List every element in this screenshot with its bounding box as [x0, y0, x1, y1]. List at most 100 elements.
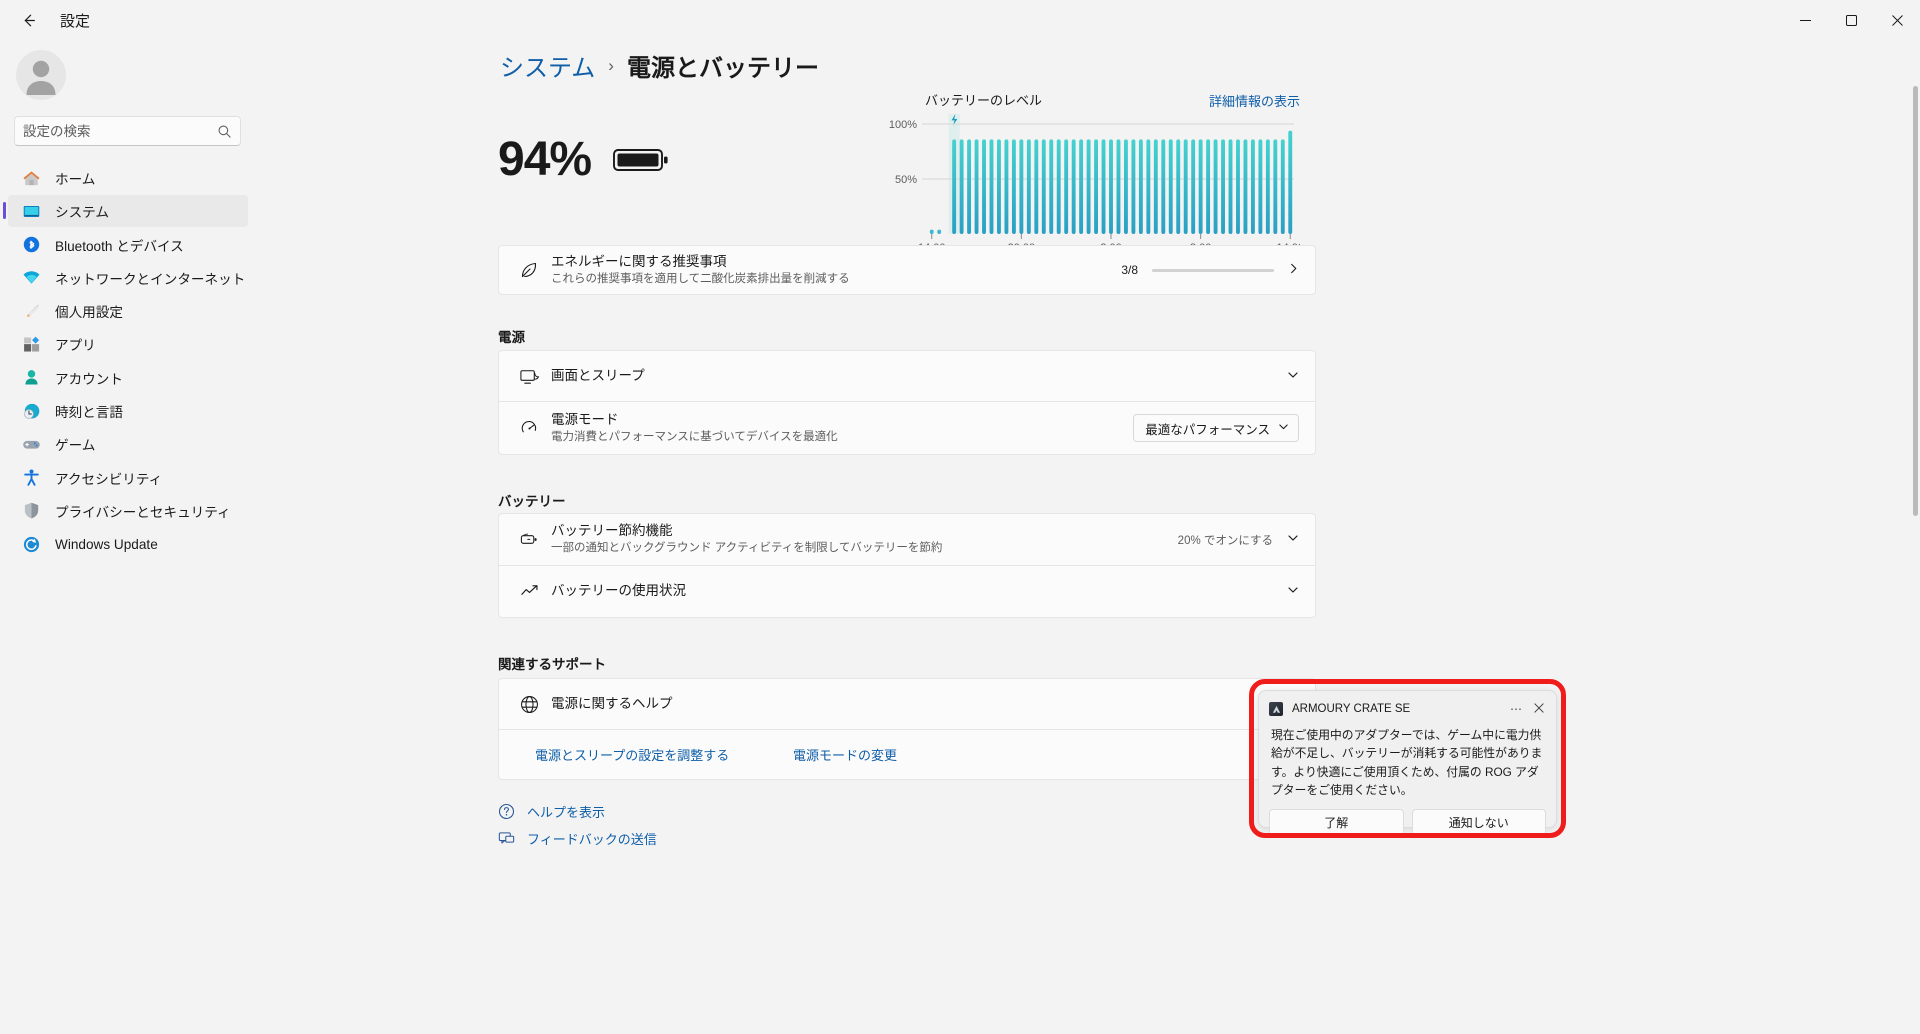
screen-sleep-row[interactable]: 画面とスリープ	[498, 350, 1316, 402]
globe-icon	[507, 694, 551, 715]
battery-usage-row[interactable]: バッテリーの使用状況	[498, 566, 1316, 618]
sidebar-item-apps[interactable]: アプリ	[8, 328, 248, 360]
search-box[interactable]	[14, 116, 241, 146]
sidebar-item-network[interactable]: ネットワークとインターネット	[8, 262, 248, 294]
feedback-icon	[498, 830, 515, 847]
screen-sleep-text: 画面とスリープ	[551, 367, 1287, 385]
battery-usage-text: バッテリーの使用状況	[551, 582, 1287, 600]
screen-sleep-icon	[507, 366, 551, 387]
battery-level-display: 94%	[498, 132, 671, 187]
section-title-battery: バッテリー	[498, 494, 566, 509]
leaf-icon	[507, 260, 551, 280]
search-input[interactable]	[23, 123, 217, 139]
privacy-icon	[21, 500, 42, 521]
power-help-row[interactable]: 電源に関するヘルプ	[498, 678, 1316, 730]
close-button[interactable]	[1874, 0, 1920, 40]
sidebar-item-personalization[interactable]: 個人用設定	[8, 295, 248, 327]
section-title-related-support: 関連するサポート	[498, 657, 606, 672]
toast-actions: 了解 通知しない	[1259, 799, 1556, 837]
chart-title: バッテリーのレベル	[925, 93, 1043, 108]
accounts-icon	[21, 367, 42, 388]
sidebar-item-label: ホーム	[55, 172, 96, 187]
network-icon	[21, 267, 42, 288]
chevron-down-icon	[1278, 421, 1289, 435]
toast-close-button[interactable]	[1530, 702, 1548, 716]
help-link-row[interactable]: ヘルプを表示	[498, 802, 605, 821]
minimize-button[interactable]	[1782, 0, 1828, 40]
feedback-link-label[interactable]: フィードバックの送信	[527, 829, 657, 848]
sidebar-item-label: Bluetooth とデバイス	[55, 238, 184, 254]
toast-ok-button[interactable]: 了解	[1269, 809, 1404, 837]
power-mode-subtitle: 電力消費とパフォーマンスに基づいてデバイスを最適化	[551, 430, 838, 443]
time-language-icon	[21, 401, 42, 422]
battery-saver-text: バッテリー節約機能 一部の通知とバックグラウンド アクティビティを制限してバッテ…	[551, 522, 1178, 557]
sidebar: ホーム システム	[0, 40, 320, 1034]
power-mode-row[interactable]: 電源モード 電力消費とパフォーマンスに基づいてデバイスを最適化 最適なパフォーマ…	[498, 402, 1316, 455]
support-links-wrap: 電源とスリープの設定を調整する 電源モードの変更	[499, 745, 1299, 764]
chevron-down-icon[interactable]	[1287, 369, 1299, 384]
battery-saver-title: バッテリー節約機能	[551, 523, 673, 539]
chevron-down-icon[interactable]	[1287, 532, 1299, 547]
battery-saver-right: 20% でオンにする	[1178, 532, 1299, 548]
page-title: 電源とバッテリー	[626, 55, 819, 82]
toast-message: 現在ご使用中のアダプターでは、ゲーム中に電力供給が不足し、バッテリーが消耗する可…	[1271, 728, 1543, 797]
toast-more-button[interactable]: ⋯	[1503, 702, 1530, 716]
toast-app-name: ARMOURY CRATE SE	[1292, 703, 1411, 715]
main-scrollbar[interactable]	[1913, 86, 1918, 1034]
user-avatar-icon	[26, 60, 56, 95]
search-icon	[218, 125, 231, 138]
sidebar-item-privacy[interactable]: プライバシーとセキュリティ	[8, 495, 248, 527]
power-mode-select[interactable]: 最適なパフォーマンス	[1133, 414, 1299, 442]
battery-usage-title: バッテリーの使用状況	[551, 583, 686, 599]
personalization-icon	[21, 301, 42, 322]
adjust-power-sleep-link[interactable]: 電源とスリープの設定を調整する	[535, 745, 793, 764]
apps-icon	[21, 334, 42, 355]
battery-saver-subtitle: 一部の通知とバックグラウンド アクティビティを制限してバッテリーを節約	[551, 542, 943, 555]
chart-plot: 100%50%14:0020:002:008:0014:00	[880, 112, 1304, 262]
armoury-crate-app-icon	[1269, 702, 1283, 716]
energy-card-text: エネルギーに関する推奨事項 これらの推奨事項を適用して二酸化炭素排出量を削減する	[551, 253, 1121, 288]
power-mode-select-value: 最適なパフォーマンス	[1145, 422, 1270, 437]
system-icon	[21, 201, 42, 222]
scrollbar-thumb[interactable]	[1913, 86, 1918, 516]
feedback-link-row[interactable]: フィードバックの送信	[498, 829, 657, 848]
window-controls	[1782, 0, 1920, 40]
chevron-right-icon[interactable]	[1288, 263, 1299, 277]
toast-dont-notify-button[interactable]: 通知しない	[1411, 809, 1546, 837]
minimize-icon	[1799, 19, 1811, 21]
gaming-icon	[21, 434, 42, 455]
breadcrumb-separator: ›	[608, 55, 614, 75]
energy-progress-count: 3/8	[1121, 263, 1138, 277]
maximize-icon	[1845, 14, 1857, 26]
power-mode-right: 最適なパフォーマンス	[1133, 414, 1299, 442]
sidebar-item-bluetooth[interactable]: Bluetooth とデバイス	[8, 229, 248, 261]
toast-notification[interactable]: ARMOURY CRATE SE ⋯ 現在ご使用中のアダプターでは、ゲーム中に電…	[1258, 690, 1557, 837]
change-power-mode-link[interactable]: 電源モードの変更	[793, 745, 897, 764]
sidebar-item-accounts[interactable]: アカウント	[8, 362, 248, 394]
battery-saver-value: 20% でオンにする	[1177, 534, 1273, 547]
sidebar-item-gaming[interactable]: ゲーム	[8, 428, 248, 460]
sidebar-item-accessibility[interactable]: アクセシビリティ	[8, 462, 248, 494]
battery-saver-row[interactable]: バッテリー節約機能 一部の通知とバックグラウンド アクティビティを制限してバッテ…	[498, 513, 1316, 566]
avatar[interactable]	[16, 50, 66, 100]
back-arrow-icon	[24, 14, 35, 26]
breadcrumb-parent[interactable]: システム	[500, 48, 595, 83]
help-link-label[interactable]: ヘルプを表示	[527, 802, 605, 821]
back-button[interactable]	[8, 4, 48, 36]
help-icon	[498, 803, 515, 820]
svg-text:50%: 50%	[895, 174, 917, 186]
sidebar-item-label: プライバシーとセキュリティ	[55, 504, 231, 520]
battery-saver-icon	[507, 529, 551, 550]
sidebar-item-windows-update[interactable]: Windows Update	[8, 528, 248, 560]
maximize-button[interactable]	[1828, 0, 1874, 40]
energy-card-subtitle: これらの推奨事項を適用して二酸化炭素排出量を削減する	[551, 272, 850, 285]
sidebar-item-system[interactable]: システム	[3, 195, 248, 228]
energy-recommendations-card[interactable]: エネルギーに関する推奨事項 これらの推奨事項を適用して二酸化炭素排出量を削減する…	[498, 245, 1316, 295]
sidebar-item-home[interactable]: ホーム	[8, 162, 248, 194]
sidebar-item-label: 個人用設定	[55, 305, 123, 321]
chevron-down-icon[interactable]	[1287, 584, 1299, 599]
view-detailed-info-link[interactable]: 詳細情報の表示	[1209, 91, 1300, 110]
power-help-text: 電源に関するヘルプ	[551, 695, 1299, 713]
sidebar-item-time-language[interactable]: 時刻と言語	[8, 395, 248, 427]
energy-progress-bar	[1152, 268, 1274, 272]
